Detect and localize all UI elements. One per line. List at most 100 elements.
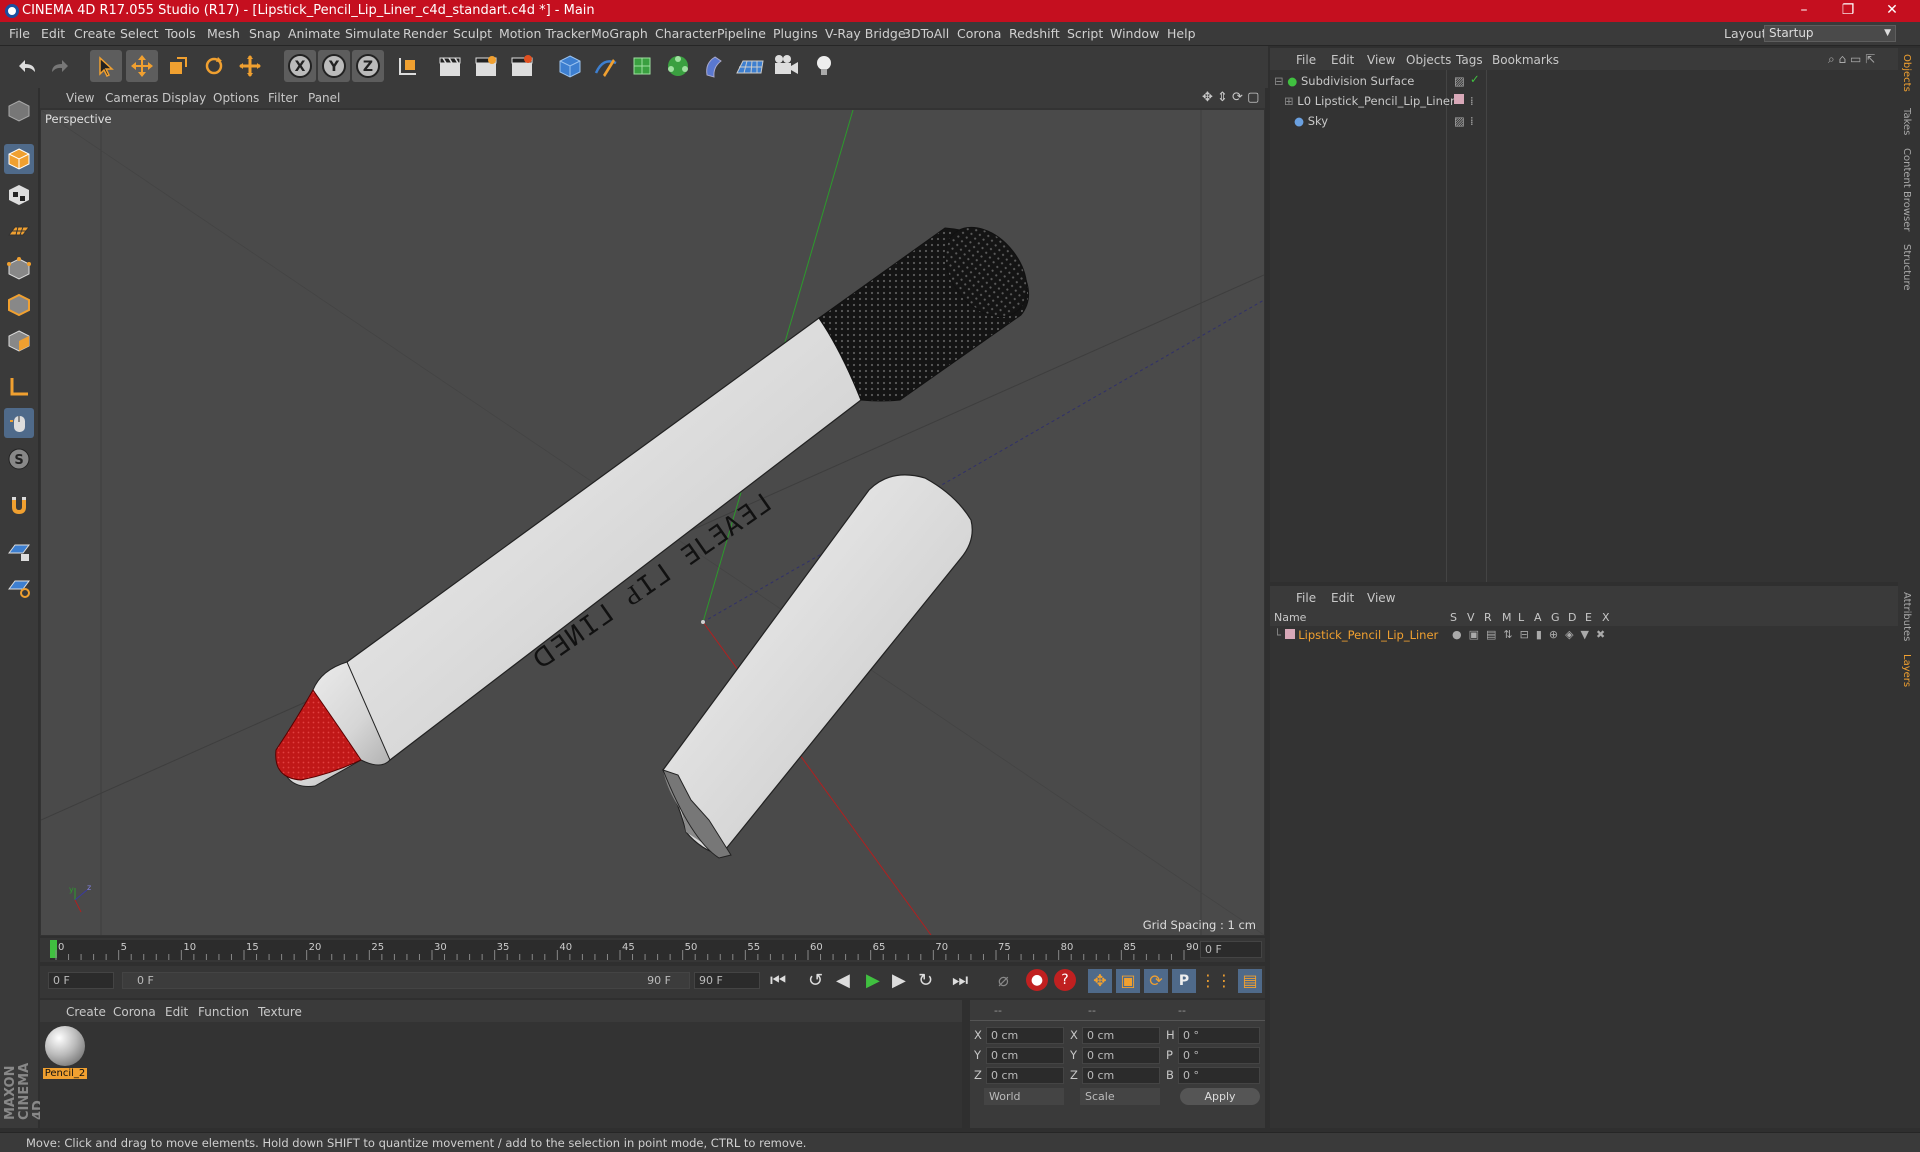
menu-animate[interactable]: Animate: [288, 26, 340, 41]
key-pla-icon[interactable]: ⋮⋮: [1200, 969, 1232, 993]
viewport-menu-panel[interactable]: Panel: [308, 91, 340, 105]
timeline-track[interactable]: 0 5 10 15 20 25 30 35 40 45 50 55 60 65 70 75 80 85 90: [50, 940, 1200, 960]
keyframe-selection-icon[interactable]: ⌀: [998, 970, 1009, 991]
z-axis-lock-button[interactable]: Z: [352, 50, 384, 82]
coord-rot-b-field[interactable]: 0 °: [1178, 1067, 1260, 1084]
play-button[interactable]: ▶: [866, 970, 880, 991]
menu-3dtoall[interactable]: 3DToAll: [903, 26, 949, 41]
apply-button[interactable]: Apply: [1180, 1088, 1260, 1105]
edges-mode-button[interactable]: [4, 290, 34, 320]
start-frame-field[interactable]: 0 F: [48, 972, 114, 989]
layer-color-swatch[interactable]: [1284, 629, 1295, 639]
menu-pipeline[interactable]: Pipeline: [717, 26, 766, 41]
axis-mode-button[interactable]: [4, 372, 34, 402]
go-to-start-button[interactable]: ⏮: [770, 970, 786, 991]
key-position-icon[interactable]: ✥: [1088, 969, 1112, 993]
add-array-button[interactable]: [662, 50, 694, 82]
obj-menu-view[interactable]: View: [1367, 53, 1395, 67]
viewport-menu-cameras[interactable]: Cameras: [105, 91, 158, 105]
obj-menu-bookmarks[interactable]: Bookmarks: [1492, 53, 1559, 67]
material-menu-edit[interactable]: Edit: [165, 1005, 188, 1019]
add-light-button[interactable]: [808, 50, 840, 82]
viewport-navigation-icons[interactable]: ✥ ⇕ ⟳ ▢: [1202, 90, 1259, 105]
menu-mograph[interactable]: MoGraph: [591, 26, 648, 41]
workplane-lock-button[interactable]: [4, 536, 34, 566]
viewport-menu-view[interactable]: View: [66, 91, 94, 105]
obj-menu-tags[interactable]: Tags: [1456, 53, 1483, 67]
timeline-ruler[interactable]: 0 5 10 15 20 25 30 35 40 45 50 55 60 65 70 75 80 85 90 0 F: [40, 938, 1265, 962]
obj-search-icon[interactable]: ⌕ ⌂ ▭ ⇱: [1828, 52, 1875, 67]
object-visibility-icon[interactable]: ⁞: [1470, 94, 1474, 108]
render-view-button[interactable]: [434, 50, 466, 82]
object-row[interactable]: ⊞ L0 Lipstick_Pencil_Lip_Liner ⁞: [1284, 94, 1894, 112]
layout-select[interactable]: Startup ▼: [1764, 25, 1896, 42]
menu-redshift[interactable]: Redshift: [1009, 26, 1060, 41]
menu-simulate[interactable]: Simulate: [345, 26, 400, 41]
make-editable-button[interactable]: [4, 96, 34, 126]
obj-menu-objects[interactable]: Objects: [1406, 53, 1451, 67]
obj-menu-file[interactable]: File: [1296, 53, 1316, 67]
object-visibility-icon[interactable]: ▨: [1454, 114, 1465, 128]
menu-vray-bridge[interactable]: V-Ray Bridge: [825, 26, 906, 41]
coord-size-mode-select[interactable]: Scale: [1080, 1088, 1160, 1105]
object-visibility-icon[interactable]: ▨: [1454, 74, 1465, 88]
viewport-menu-filter[interactable]: Filter: [268, 91, 298, 105]
previous-key-button[interactable]: ↺: [808, 970, 823, 991]
perspective-viewport[interactable]: ᗡƎИIᒧ ԀIᒧ ƎᒪƎAƎᒧ y z Perspective Grid Sp…: [41, 110, 1264, 935]
tab-structure[interactable]: Structure: [1901, 244, 1912, 291]
key-scale-icon[interactable]: ▣: [1116, 969, 1140, 993]
redo-button[interactable]: [44, 50, 78, 82]
menu-help[interactable]: Help: [1167, 26, 1196, 41]
tab-attributes[interactable]: Attributes: [1901, 592, 1912, 641]
coord-pos-z-field[interactable]: 0 cm: [986, 1067, 1064, 1084]
coord-size-z-field[interactable]: 0 cm: [1082, 1067, 1160, 1084]
minimize-button[interactable]: –: [1782, 0, 1826, 22]
layer-row[interactable]: └ Lipstick_Pencil_Lip_Liner ●▣▤⇅⊟▮⊕◈▼✖: [1274, 628, 1894, 644]
y-axis-lock-button[interactable]: Y: [318, 50, 350, 82]
preview-range-slider[interactable]: 0 F 90 F: [122, 972, 690, 989]
coordinate-system-button[interactable]: [392, 50, 424, 82]
menu-corona[interactable]: Corona: [957, 26, 1001, 41]
tree-expand-icon[interactable]: ⊞: [1284, 94, 1294, 108]
workplane-align-button[interactable]: [4, 572, 34, 602]
points-mode-button[interactable]: [4, 254, 34, 284]
render-picture-viewer-button[interactable]: [470, 50, 502, 82]
coord-rot-h-field[interactable]: 0 °: [1178, 1027, 1260, 1044]
close-button[interactable]: ✕: [1870, 0, 1914, 22]
object-enabled-icon[interactable]: ⁞: [1470, 114, 1474, 128]
tab-takes[interactable]: Takes: [1901, 108, 1912, 135]
add-spline-button[interactable]: [590, 50, 622, 82]
polygons-mode-button[interactable]: [4, 326, 34, 356]
timeline-window-icon[interactable]: ▤: [1238, 969, 1262, 993]
layer-menu-file[interactable]: File: [1296, 591, 1316, 605]
scale-tool-button[interactable]: [162, 50, 194, 82]
current-frame-field[interactable]: 0 F: [1200, 941, 1262, 958]
tree-expand-icon[interactable]: ⊟: [1274, 74, 1284, 88]
menu-plugins[interactable]: Plugins: [773, 26, 818, 41]
coord-rot-p-field[interactable]: 0 °: [1178, 1047, 1260, 1064]
layer-flag-icons[interactable]: ●▣▤⇅⊟▮⊕◈▼✖: [1452, 628, 1612, 641]
coord-size-y-field[interactable]: 0 cm: [1082, 1047, 1160, 1064]
menu-window[interactable]: Window: [1110, 26, 1159, 41]
menu-motion-tracker[interactable]: Motion Tracker: [499, 26, 590, 41]
key-parameter-icon[interactable]: P: [1172, 969, 1196, 993]
material-swatch[interactable]: Pencil_2: [43, 1024, 87, 1082]
layer-menu-view[interactable]: View: [1367, 591, 1395, 605]
snap-toggle-button[interactable]: [4, 490, 34, 520]
move-tool-button[interactable]: [126, 50, 158, 82]
previous-frame-button[interactable]: ◀: [836, 970, 850, 991]
menu-snap[interactable]: Snap: [249, 26, 280, 41]
menu-character[interactable]: Character: [655, 26, 717, 41]
autokey-icon[interactable]: ?: [1054, 969, 1076, 991]
add-floor-button[interactable]: [734, 50, 766, 82]
coord-pos-y-field[interactable]: 0 cm: [986, 1047, 1064, 1064]
tab-layers[interactable]: Layers: [1901, 654, 1912, 687]
material-menu-texture[interactable]: Texture: [258, 1005, 302, 1019]
undo-button[interactable]: [8, 50, 44, 82]
select-tool-button[interactable]: [90, 50, 122, 82]
obj-menu-edit[interactable]: Edit: [1331, 53, 1354, 67]
end-frame-field[interactable]: 90 F: [694, 972, 760, 989]
coord-size-x-field[interactable]: 0 cm: [1082, 1027, 1160, 1044]
coord-pos-x-field[interactable]: 0 cm: [986, 1027, 1064, 1044]
object-enabled-check-icon[interactable]: ✓: [1470, 72, 1480, 86]
